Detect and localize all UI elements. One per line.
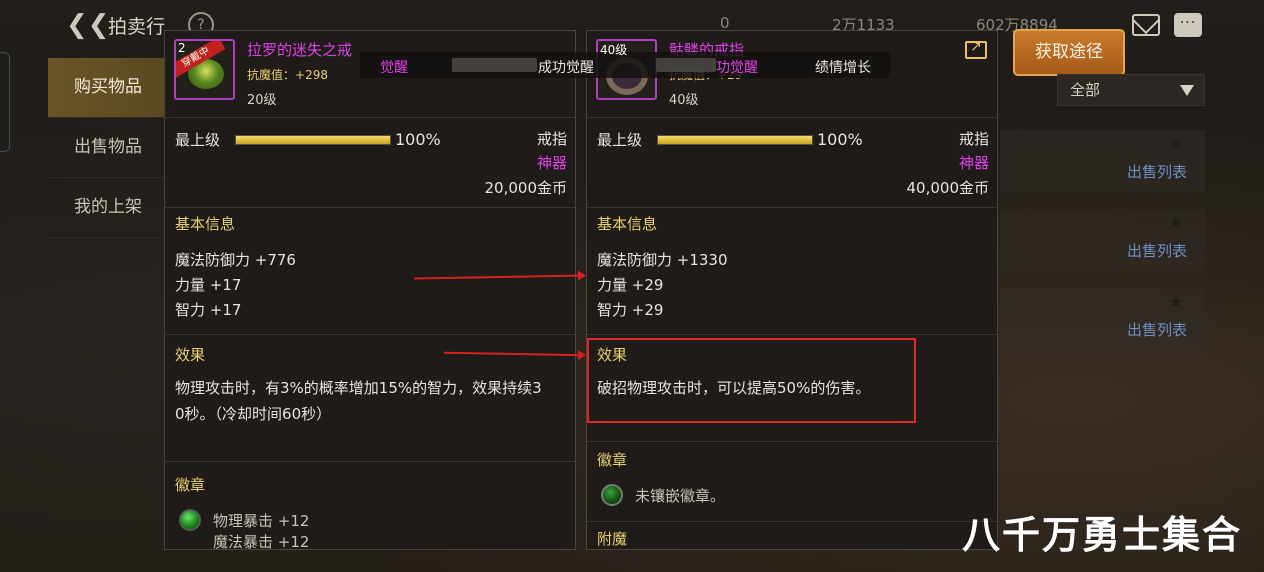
watermark: 八千万勇士集合 (962, 513, 1243, 557)
item-level: 20级 (247, 93, 277, 108)
item-resist: 抗魔值：+298 (247, 66, 328, 83)
notification-text: 觉醒 (380, 60, 408, 76)
blurred-text (452, 58, 537, 72)
divider (587, 207, 997, 208)
stat-line: 魔法防御力 +1330 (597, 251, 728, 269)
item-rarity: 神器 (958, 154, 989, 172)
item-icon: 2 穿戴中 (174, 39, 235, 100)
left-nav: 购买物品 出售物品 我的上架 (48, 58, 176, 238)
nav-item-my-listings[interactable]: 我的上架 (48, 178, 176, 238)
grade-bar (235, 135, 391, 145)
item-tooltip-compare: 40级 骷髅的戒指 抗魔值：+29 40级 最上级 100% 戒指 神器 40,… (586, 30, 998, 550)
stat-line: 智力 +17 (175, 301, 242, 319)
item-price: 20,000金币 (484, 179, 568, 197)
list-item[interactable]: ★ 出售列表 (1000, 130, 1205, 192)
item-resist-value: +298 (295, 68, 328, 82)
divider (165, 117, 575, 118)
item-type: 戒指 (958, 130, 989, 148)
star-icon[interactable]: ★ (1169, 134, 1183, 153)
grade-label: 最上级 (175, 131, 221, 149)
grade-fill (658, 136, 812, 144)
effect-text: 物理攻击时，有3%的概率增加15%的智力，效果持续3 0秒。（冷却时间60秒） (175, 375, 575, 427)
highlight-box (587, 338, 916, 423)
filter-select-value: 全部 (1070, 81, 1101, 99)
basic-info-title: 基本信息 (597, 215, 658, 233)
get-path-button[interactable]: 获取途径 (1013, 29, 1125, 76)
effect-text-line: 0秒。（冷却时间60秒） (175, 405, 332, 423)
back-arrow-icon[interactable]: ❮❮ (66, 10, 110, 40)
stat-line: 力量 +17 (175, 276, 242, 294)
grade-fill (236, 136, 390, 144)
item-name: 拉罗的迷失之戒 (247, 41, 353, 59)
grade-percent: 100% (817, 130, 863, 149)
star-icon[interactable]: ★ (1169, 292, 1183, 311)
effect-title: 效果 (175, 346, 206, 364)
divider (587, 441, 997, 442)
enchant-title: 附魔 (597, 530, 628, 548)
list-item[interactable]: ★ 出售列表 (1000, 288, 1205, 350)
list-item[interactable]: ★ 出售列表 (1000, 209, 1205, 271)
star-icon[interactable]: ★ (1169, 213, 1183, 232)
basic-info-title: 基本信息 (175, 215, 236, 233)
emblem-text: 魔法暴击 +12 (213, 533, 310, 550)
chevron-down-icon (1180, 85, 1194, 96)
emblem-empty-icon (601, 484, 623, 506)
sell-list-link[interactable]: 出售列表 (1127, 319, 1187, 340)
emblem-title: 徽章 (597, 451, 628, 469)
item-level: 40级 (669, 93, 699, 108)
page-title: 拍卖行 (108, 16, 166, 38)
notification-text: 绩情增长 (815, 60, 871, 76)
divider (587, 334, 997, 335)
emblem-empty-text: 未镶嵌徽章。 (635, 487, 726, 505)
nav-item-sell[interactable]: 出售物品 (48, 118, 176, 178)
notification-text: 成功觉醒 (538, 60, 594, 76)
filter-select[interactable]: 全部 (1057, 74, 1205, 106)
item-rarity: 神器 (536, 154, 567, 172)
effect-text-line: 物理攻击时，有3%的概率增加15%的智力，效果持续3 (175, 379, 542, 397)
divider (165, 334, 575, 335)
emblem-title: 徽章 (175, 476, 206, 494)
chat-icon[interactable]: ··· (1174, 13, 1202, 37)
divider (587, 117, 997, 118)
grade-bar (657, 135, 813, 145)
item-type: 戒指 (536, 130, 567, 148)
stat-line: 力量 +29 (597, 276, 664, 294)
nav-item-buy[interactable]: 购买物品 (48, 58, 176, 118)
stat-line: 魔法防御力 +776 (175, 251, 296, 269)
share-icon[interactable] (965, 39, 987, 59)
item-resist-label: 抗魔值： (247, 68, 296, 82)
divider (587, 521, 997, 522)
notification-text: 功觉醒 (716, 60, 758, 76)
sell-list-link[interactable]: 出售列表 (1127, 161, 1187, 182)
item-icon-level: 2 (178, 41, 186, 55)
blurred-text (656, 58, 716, 72)
item-icon-level: 40级 (600, 43, 628, 57)
divider (165, 207, 575, 208)
emblem-text: 物理暴击 +12 (213, 512, 310, 530)
divider (165, 461, 575, 462)
item-price: 40,000金币 (906, 179, 990, 197)
sell-list-link[interactable]: 出售列表 (1127, 240, 1187, 261)
side-handle[interactable] (0, 52, 10, 152)
item-tooltip-current: 2 穿戴中 拉罗的迷失之戒 抗魔值：+298 20级 最上级 100% 戒指 神… (164, 30, 576, 550)
mail-icon[interactable] (1132, 14, 1160, 36)
grade-label: 最上级 (597, 131, 643, 149)
stat-line: 智力 +29 (597, 301, 664, 319)
emblem-icon (179, 509, 201, 531)
grade-percent: 100% (395, 130, 441, 149)
